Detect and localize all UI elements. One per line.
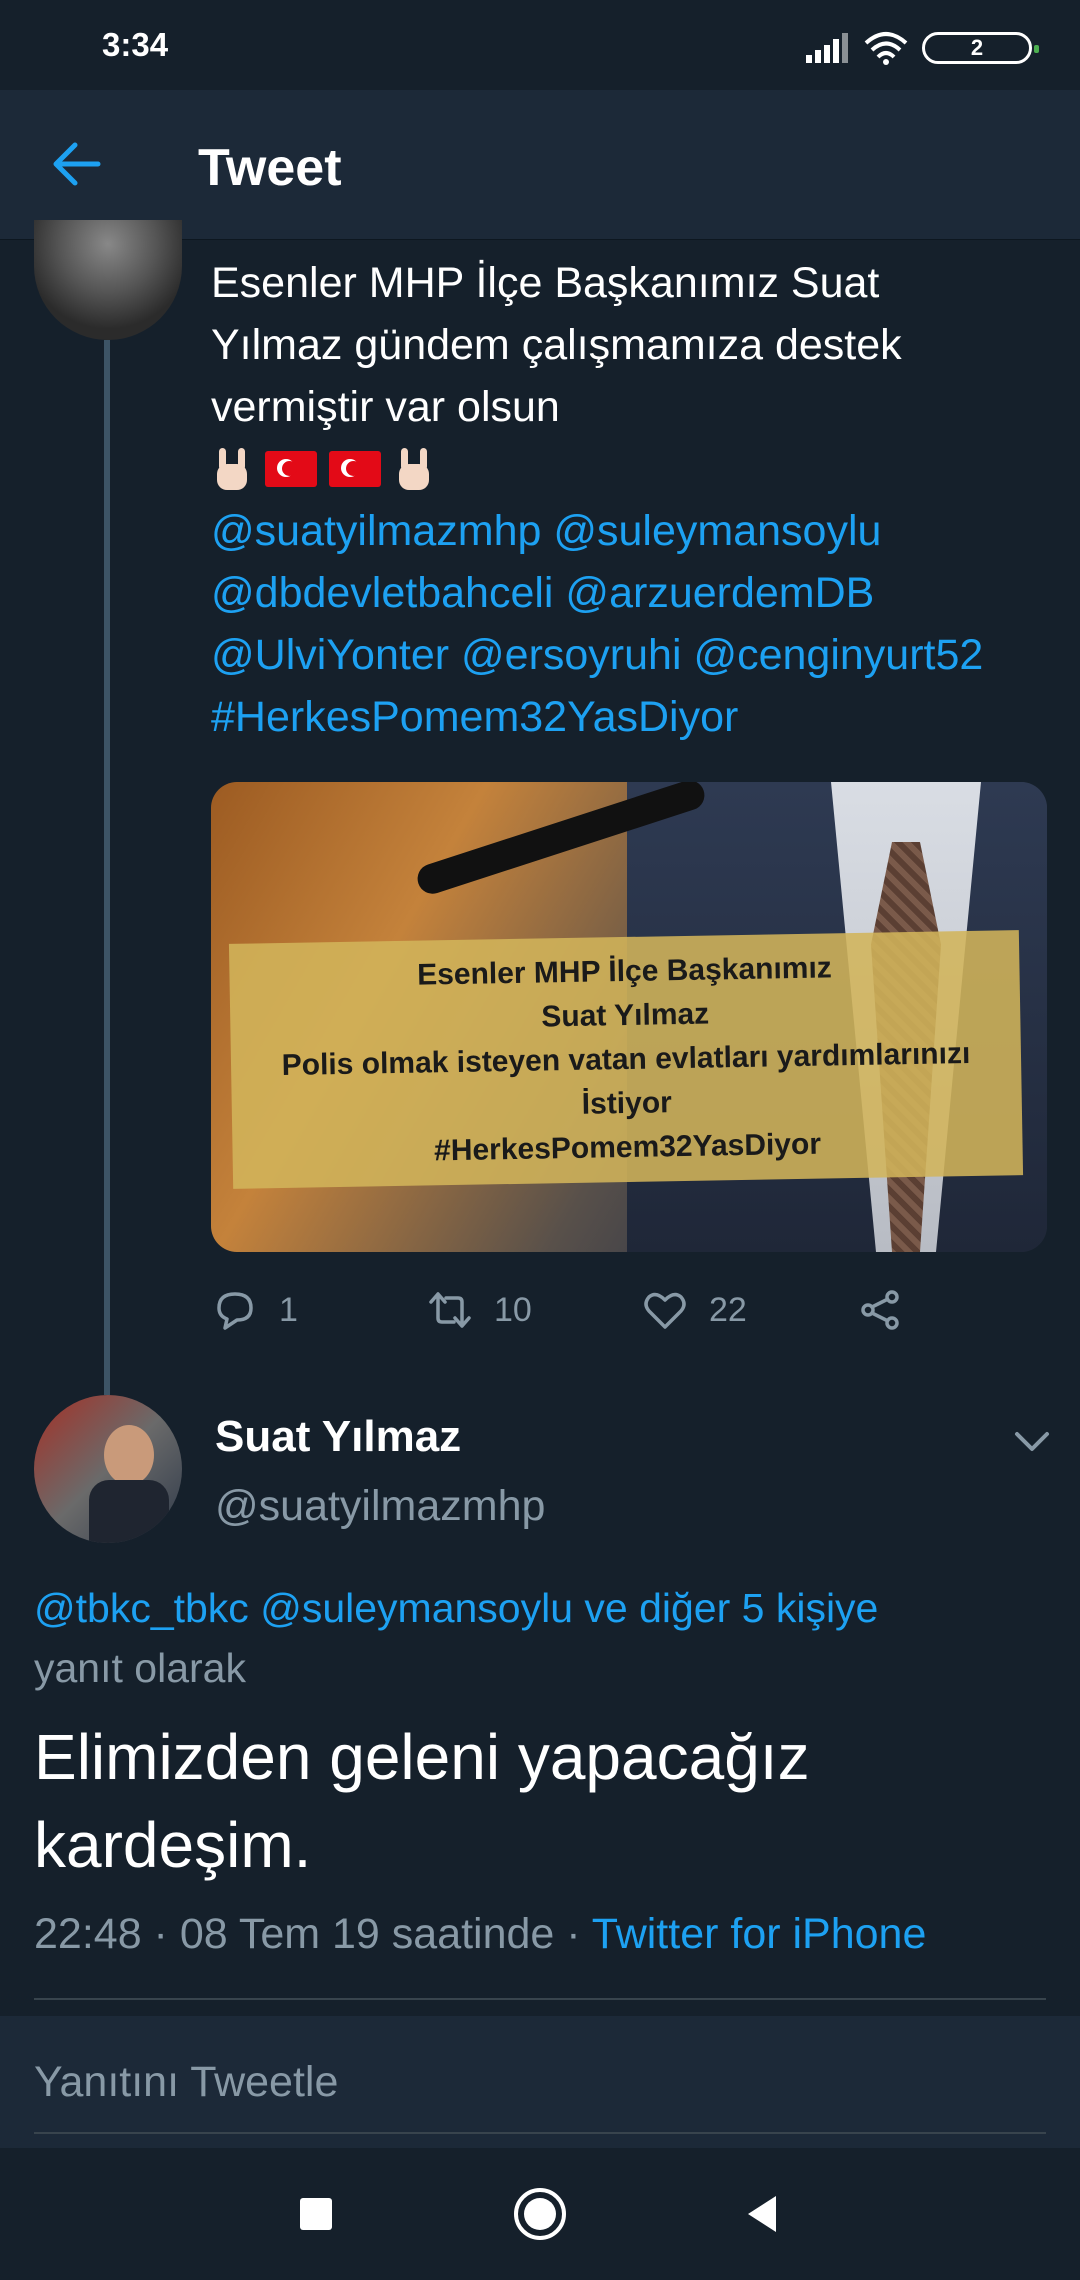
media-caption-line: Suat Yılmaz [541,997,710,1033]
retweet-button[interactable]: 10 [426,1286,641,1334]
chevron-down-icon [1015,1432,1049,1451]
tweet-text-line: vermiştir var olsun [211,383,560,431]
mention-line[interactable]: @suatyilmazmhp @suleymansoylu [211,500,1051,562]
share-icon [861,1290,899,1330]
rock-hand-emoji-icon [217,448,247,490]
battery-icon: 2 [922,32,1039,64]
tweet-source-link[interactable]: Twitter for iPhone [592,1910,927,1958]
mention-line[interactable]: @dbdevletbahceli @arzuerdemDB [211,562,1051,624]
tweet-text-line: Yılmaz gündem çalışmamıza destek [211,321,902,369]
rock-hand-emoji-icon [399,448,429,490]
like-count: 22 [709,1290,747,1329]
like-button[interactable]: 22 [641,1286,856,1334]
page-title: Tweet [198,139,342,197]
heart-icon [644,1292,686,1329]
reply-button[interactable]: 1 [211,1286,426,1334]
tweet-media-image[interactable]: Esenler MHP İlçe Başkanımız Suat Yılmaz … [211,782,1047,1252]
tweet-text-line: Esenler MHP İlçe Başkanımız Suat [211,259,880,307]
reply-context: @tbkc_tbkc @suleymansoylu ve diğer 5 kiş… [34,1578,1054,1698]
square-icon [300,2198,332,2230]
status-icons: 2 [806,28,1039,68]
media-caption-line: #HerkesPomem32YasDiyor [433,1127,822,1167]
home-circle-icon [514,2188,566,2240]
reply-author-avatar[interactable] [34,1395,182,1543]
back-arrow-icon [53,142,101,186]
retweet-icon [429,1292,471,1328]
media-caption-line: İstiyor [581,1085,673,1121]
parent-tweet-text: Esenler MHP İlçe Başkanımız Suat Yılmaz … [211,252,1051,748]
top-app-bar: Tweet [0,90,1080,240]
reply-author-handle[interactable]: @suatyilmazmhp [215,1482,545,1531]
back-button[interactable] [44,132,108,196]
emoji-row [211,438,1051,500]
avatar-body-shape [89,1480,169,1543]
media-caption-line: Polis olmak isteyen vatan evlatları yard… [281,1036,971,1082]
home-button[interactable] [510,2184,570,2244]
reply-compose-bar: Yanıtını Tweetle [0,2016,1080,2148]
recent-apps-button[interactable] [286,2184,346,2244]
divider [34,1998,1046,2000]
back-nav-button[interactable] [732,2184,792,2244]
tweet-options-button[interactable] [1008,1418,1056,1466]
system-nav-bar [0,2148,1080,2280]
signal-icon [806,33,848,63]
reply-count: 1 [279,1290,298,1329]
battery-level: 2 [970,35,984,60]
reply-tweet-text: Elimizden geleni yapacağız kardeşim. [34,1721,810,1881]
reply-context-suffix: yanıt olarak [34,1645,246,1691]
turkey-flag-emoji-icon [265,451,317,487]
compose-underline [34,2132,1046,2134]
status-bar: 3:34 2 [0,0,1080,90]
thread-connector-line [104,340,110,1395]
reply-icon [217,1292,253,1330]
back-triangle-icon [748,2196,776,2232]
retweet-count: 10 [494,1290,532,1329]
reply-compose-input[interactable]: Yanıtını Tweetle [34,2058,338,2107]
media-caption-box: Esenler MHP İlçe Başkanımız Suat Yılmaz … [228,930,1024,1189]
tweet-timestamp: 22:48 · 08 Tem 19 saatinde · [34,1910,592,1958]
status-time: 3:34 [102,26,169,63]
media-caption-line: Esenler MHP İlçe Başkanımız [416,950,833,992]
avatar-face-shape [104,1425,154,1485]
hashtag-link[interactable]: #HerkesPomem32YasDiyor [211,686,1051,748]
tweet-timestamp-row: 22:48 · 08 Tem 19 saatinde · Twitter for… [34,1910,1054,1959]
reply-author-name[interactable]: Suat Yılmaz [215,1412,461,1462]
share-button[interactable] [856,1286,904,1334]
tweet-actions: 1 10 22 [211,1275,1051,1345]
reply-context-mentions[interactable]: @tbkc_tbkc @suleymansoylu ve diğer 5 kiş… [34,1578,1054,1638]
parent-tweet-avatar[interactable] [34,220,182,340]
turkey-flag-emoji-icon [329,451,381,487]
mention-line[interactable]: @UlviYonter @ersoyruhi @cenginyurt52 [211,624,1051,686]
wifi-icon [864,32,908,65]
